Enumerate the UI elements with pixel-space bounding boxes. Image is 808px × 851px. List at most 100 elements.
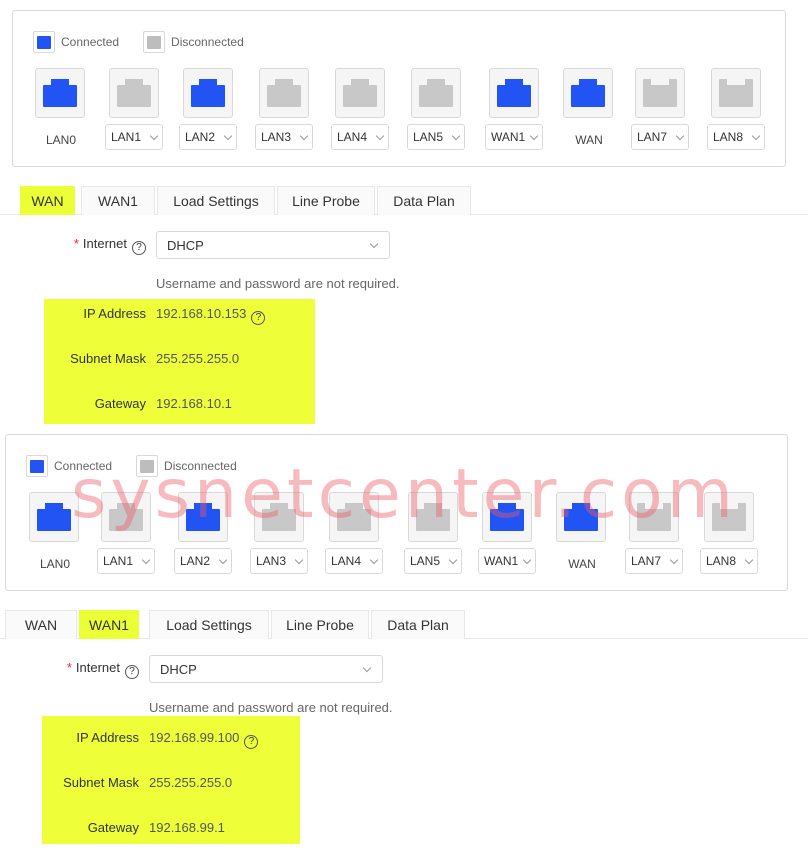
port-wan1[interactable]: WAN1 bbox=[478, 492, 538, 582]
port-lan7[interactable]: LAN7 bbox=[631, 68, 691, 158]
port-role-select[interactable]: LAN7 bbox=[625, 548, 683, 574]
legend-disconnected-label: Disconnected bbox=[171, 35, 244, 49]
chevron-down-icon bbox=[299, 131, 309, 140]
port-role-select[interactable]: LAN1 bbox=[97, 548, 155, 574]
internet-type-value: DHCP bbox=[167, 237, 204, 253]
port-status-panel: Connected Disconnected LAN0 LAN1 LAN2 LAN3 L… bbox=[5, 434, 788, 591]
port-wan[interactable]: WAN bbox=[552, 492, 612, 582]
port-label: WAN bbox=[568, 557, 596, 571]
port-role-select[interactable]: WAN1 bbox=[478, 548, 536, 574]
port-label: LAN7 bbox=[631, 554, 662, 568]
ethernet-port-icon bbox=[335, 68, 385, 118]
tab-wan[interactable]: WAN bbox=[20, 186, 75, 215]
port-role-select[interactable]: LAN4 bbox=[331, 124, 389, 150]
port-lan0[interactable]: LAN0 bbox=[25, 492, 85, 582]
help-icon[interactable]: ? bbox=[244, 734, 259, 749]
port-lan8[interactable]: LAN8 bbox=[700, 492, 760, 582]
ethernet-port-icon bbox=[704, 492, 754, 542]
port-role-select[interactable]: LAN2 bbox=[174, 548, 232, 574]
chevron-down-icon bbox=[369, 239, 379, 248]
port-lan3[interactable]: LAN3 bbox=[255, 68, 315, 158]
port-lan1[interactable]: LAN1 bbox=[97, 492, 157, 582]
tab-line-probe[interactable]: Line Probe bbox=[271, 610, 369, 639]
ethernet-port-icon bbox=[254, 492, 304, 542]
port-role-select[interactable]: LAN2 bbox=[179, 124, 237, 150]
subnet-mask-label: Subnet Mask bbox=[63, 775, 139, 790]
legend-disconnected: Disconnected bbox=[143, 31, 244, 53]
chevron-down-icon bbox=[451, 131, 461, 140]
port-role-select[interactable]: LAN8 bbox=[707, 124, 765, 150]
legend-disconnected-label: Disconnected bbox=[164, 459, 237, 473]
wan-tabs: WAN WAN1 Load Settings Line Probe Data Plan bbox=[0, 186, 808, 215]
port-role-select[interactable]: LAN4 bbox=[325, 548, 383, 574]
ethernet-port-icon bbox=[329, 492, 379, 542]
port-label: LAN2 bbox=[185, 130, 216, 144]
ethernet-port-icon bbox=[29, 492, 79, 542]
internet-type-select[interactable]: DHCP bbox=[149, 655, 383, 683]
port-role-select[interactable]: LAN8 bbox=[700, 548, 758, 574]
tab-line-probe[interactable]: Line Probe bbox=[277, 186, 375, 215]
tab-load-settings[interactable]: Load Settings bbox=[157, 186, 275, 215]
port-label: LAN0 bbox=[45, 133, 77, 147]
port-wan1[interactable]: WAN1 bbox=[485, 68, 545, 158]
ethernet-port-icon bbox=[489, 68, 539, 118]
port-lan4[interactable]: LAN4 bbox=[331, 68, 391, 158]
tab-data-plan[interactable]: Data Plan bbox=[377, 186, 471, 215]
port-role-select[interactable]: WAN1 bbox=[485, 124, 543, 150]
internet-label: Internet bbox=[82, 236, 127, 251]
port-role-select[interactable]: LAN3 bbox=[255, 124, 313, 150]
ethernet-port-icon bbox=[711, 68, 761, 118]
chevron-down-icon bbox=[141, 555, 151, 564]
port-label: LAN5 bbox=[413, 130, 444, 144]
tab-wan1[interactable]: WAN1 bbox=[79, 610, 139, 639]
ethernet-port-icon bbox=[183, 68, 233, 118]
port-role-select[interactable]: LAN5 bbox=[404, 548, 462, 574]
ethernet-port-icon bbox=[35, 68, 85, 118]
port-lan4[interactable]: LAN4 bbox=[325, 492, 385, 582]
ethernet-port-icon bbox=[411, 68, 461, 118]
credentials-hint: Username and password are not required. bbox=[156, 276, 400, 291]
port-lan2[interactable]: LAN2 bbox=[174, 492, 234, 582]
ethernet-port-icon bbox=[556, 492, 606, 542]
ethernet-port-icon bbox=[101, 492, 151, 542]
help-icon[interactable]: ? bbox=[125, 664, 139, 679]
port-label: LAN1 bbox=[111, 130, 142, 144]
port-lan8[interactable]: LAN8 bbox=[707, 68, 767, 158]
port-lan3[interactable]: LAN3 bbox=[250, 492, 310, 582]
help-icon[interactable]: ? bbox=[251, 310, 266, 325]
gateway-label: Gateway bbox=[87, 820, 139, 835]
ethernet-port-icon bbox=[408, 492, 458, 542]
internet-type-select[interactable]: DHCP bbox=[156, 231, 390, 259]
legend-connected: Connected bbox=[26, 455, 112, 477]
subnet-mask-label: Subnet Mask bbox=[70, 351, 146, 366]
wan-tabs: WAN WAN1 Load Settings Line Probe Data Plan bbox=[0, 610, 808, 639]
port-role-select[interactable]: LAN3 bbox=[250, 548, 308, 574]
port-role-select[interactable]: LAN5 bbox=[407, 124, 465, 150]
port-lan7[interactable]: LAN7 bbox=[625, 492, 685, 582]
port-lan5[interactable]: LAN5 bbox=[404, 492, 464, 582]
internet-type-value: DHCP bbox=[160, 661, 197, 677]
tab-data-plan[interactable]: Data Plan bbox=[371, 610, 465, 639]
ethernet-port-icon bbox=[109, 68, 159, 118]
port-label: LAN4 bbox=[331, 554, 362, 568]
port-lan0[interactable]: LAN0 bbox=[31, 68, 91, 158]
ip-address-label: IP Address bbox=[83, 306, 146, 321]
port-label: LAN8 bbox=[713, 130, 744, 144]
port-role-select[interactable]: LAN7 bbox=[631, 124, 689, 150]
port-role-select[interactable]: LAN1 bbox=[105, 124, 163, 150]
chevron-down-icon bbox=[369, 555, 379, 564]
port-lan1[interactable]: LAN1 bbox=[105, 68, 165, 158]
internet-row: * Internet? DHCP bbox=[0, 230, 808, 260]
tab-wan[interactable]: WAN bbox=[5, 610, 77, 639]
tab-wan1[interactable]: WAN1 bbox=[81, 186, 155, 215]
port-lan5[interactable]: LAN5 bbox=[407, 68, 467, 158]
port-list: LAN0 LAN1 LAN2 LAN3 LAN4 LAN5 WAN1 WAN LAN7 LAN8 bbox=[27, 68, 777, 158]
help-icon[interactable]: ? bbox=[132, 240, 146, 255]
port-lan2[interactable]: LAN2 bbox=[179, 68, 239, 158]
ethernet-port-icon bbox=[178, 492, 228, 542]
tab-load-settings[interactable]: Load Settings bbox=[149, 610, 269, 639]
port-wan[interactable]: WAN bbox=[559, 68, 619, 158]
disconnected-swatch-icon bbox=[143, 31, 166, 53]
legend-connected-label: Connected bbox=[61, 35, 120, 49]
gateway-label: Gateway bbox=[94, 396, 146, 411]
